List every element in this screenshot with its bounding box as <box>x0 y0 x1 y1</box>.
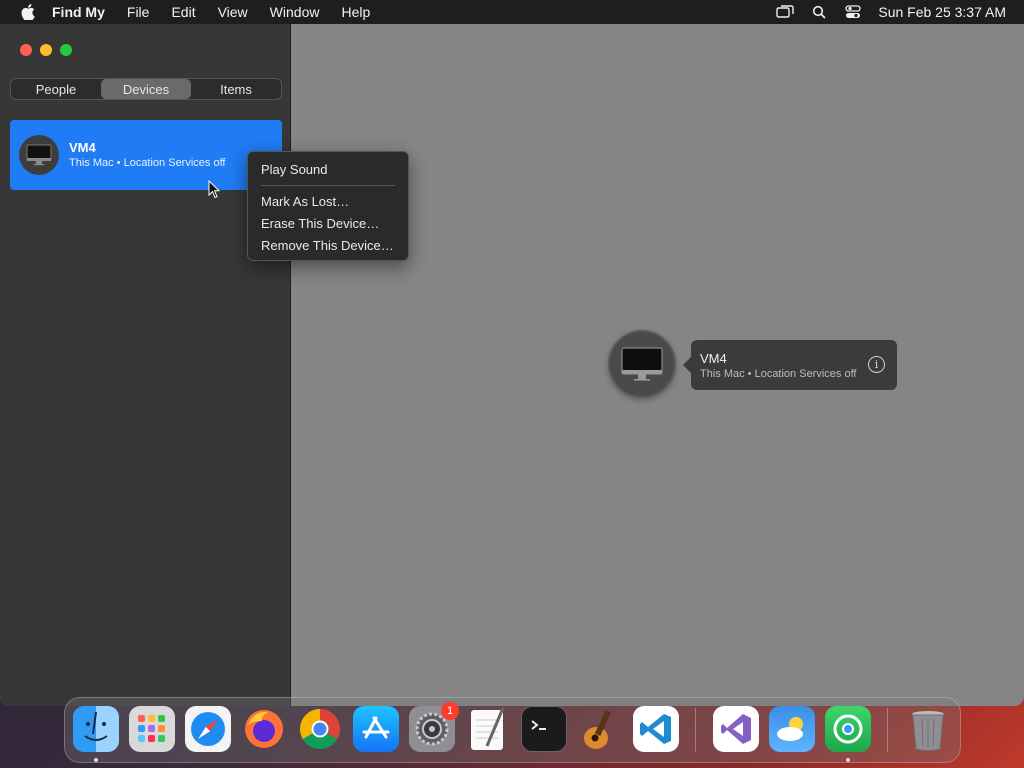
callout-device-name: VM4 <box>700 351 727 366</box>
menu-file[interactable]: File <box>127 4 150 20</box>
menu-separator <box>261 185 395 186</box>
sidebar: People Devices Items VM4 This Mac • Loca… <box>0 24 291 706</box>
device-list-item[interactable]: VM4 This Mac • Location Services off <box>10 120 282 190</box>
tab-people[interactable]: People <box>11 79 101 99</box>
spotlight-search-icon[interactable] <box>808 3 830 21</box>
chrome-icon[interactable] <box>297 706 343 752</box>
zoom-window-button[interactable] <box>60 44 72 56</box>
app-store-icon[interactable] <box>353 706 399 752</box>
trash-icon[interactable] <box>905 706 951 752</box>
window-controls <box>20 44 80 56</box>
vscode-icon[interactable] <box>633 706 679 752</box>
menu-item-mark-as-lost[interactable]: Mark As Lost… <box>248 191 408 213</box>
mouse-cursor-icon <box>208 179 221 204</box>
find-my-icon[interactable] <box>825 706 871 752</box>
menu-bar: Find My File Edit View Window Help Sun F… <box>0 0 1024 24</box>
menu-edit[interactable]: Edit <box>171 4 195 20</box>
menu-help[interactable]: Help <box>341 4 370 20</box>
device-map-pin[interactable] <box>608 330 676 398</box>
minimize-window-button[interactable] <box>40 44 52 56</box>
dock-divider <box>695 708 696 752</box>
find-my-window: People Devices Items VM4 This Mac • Loca… <box>0 24 1024 706</box>
control-center-icon[interactable] <box>842 3 864 21</box>
menu-window[interactable]: Window <box>270 4 320 20</box>
apple-menu-icon[interactable] <box>18 2 38 22</box>
info-icon[interactable]: i <box>868 356 885 373</box>
visual-studio-icon[interactable] <box>713 706 759 752</box>
launchpad-icon[interactable] <box>129 706 175 752</box>
close-window-button[interactable] <box>20 44 32 56</box>
finder-icon[interactable] <box>73 706 119 752</box>
menu-item-remove-device[interactable]: Remove This Device… <box>248 235 408 257</box>
safari-icon[interactable] <box>185 706 231 752</box>
menu-item-play-sound[interactable]: Play Sound <box>248 159 408 181</box>
device-status: This Mac • Location Services off <box>69 157 226 169</box>
tab-items[interactable]: Items <box>191 79 281 99</box>
tab-selector: People Devices Items <box>10 78 282 100</box>
finder-running-indicator <box>94 758 98 762</box>
callout-device-status: This Mac • Location Services off <box>700 368 857 380</box>
menu-clock[interactable]: Sun Feb 25 3:37 AM <box>878 4 1006 20</box>
dock-divider <box>887 708 888 752</box>
garageband-icon[interactable] <box>577 706 623 752</box>
menu-view[interactable]: View <box>218 4 248 20</box>
textedit-icon[interactable] <box>465 706 511 752</box>
tab-devices[interactable]: Devices <box>101 79 191 99</box>
terminal-icon[interactable] <box>521 706 567 752</box>
map-view[interactable]: VM4 This Mac • Location Services off i <box>292 24 1024 706</box>
menu-item-erase-device[interactable]: Erase This Device… <box>248 213 408 235</box>
menu-app-name[interactable]: Find My <box>52 4 105 20</box>
device-callout[interactable]: VM4 This Mac • Location Services off i <box>683 340 897 390</box>
screen-mirroring-icon[interactable] <box>774 3 796 21</box>
find-my-running-indicator <box>846 758 850 762</box>
weather-icon[interactable] <box>769 706 815 752</box>
notification-badge: 1 <box>441 702 459 720</box>
device-context-menu: Play Sound Mark As Lost… Erase This Devi… <box>247 151 409 261</box>
firefox-icon[interactable] <box>241 706 287 752</box>
device-name: VM4 <box>69 140 96 155</box>
dock: 1 <box>64 697 961 763</box>
imac-device-icon <box>19 135 59 175</box>
